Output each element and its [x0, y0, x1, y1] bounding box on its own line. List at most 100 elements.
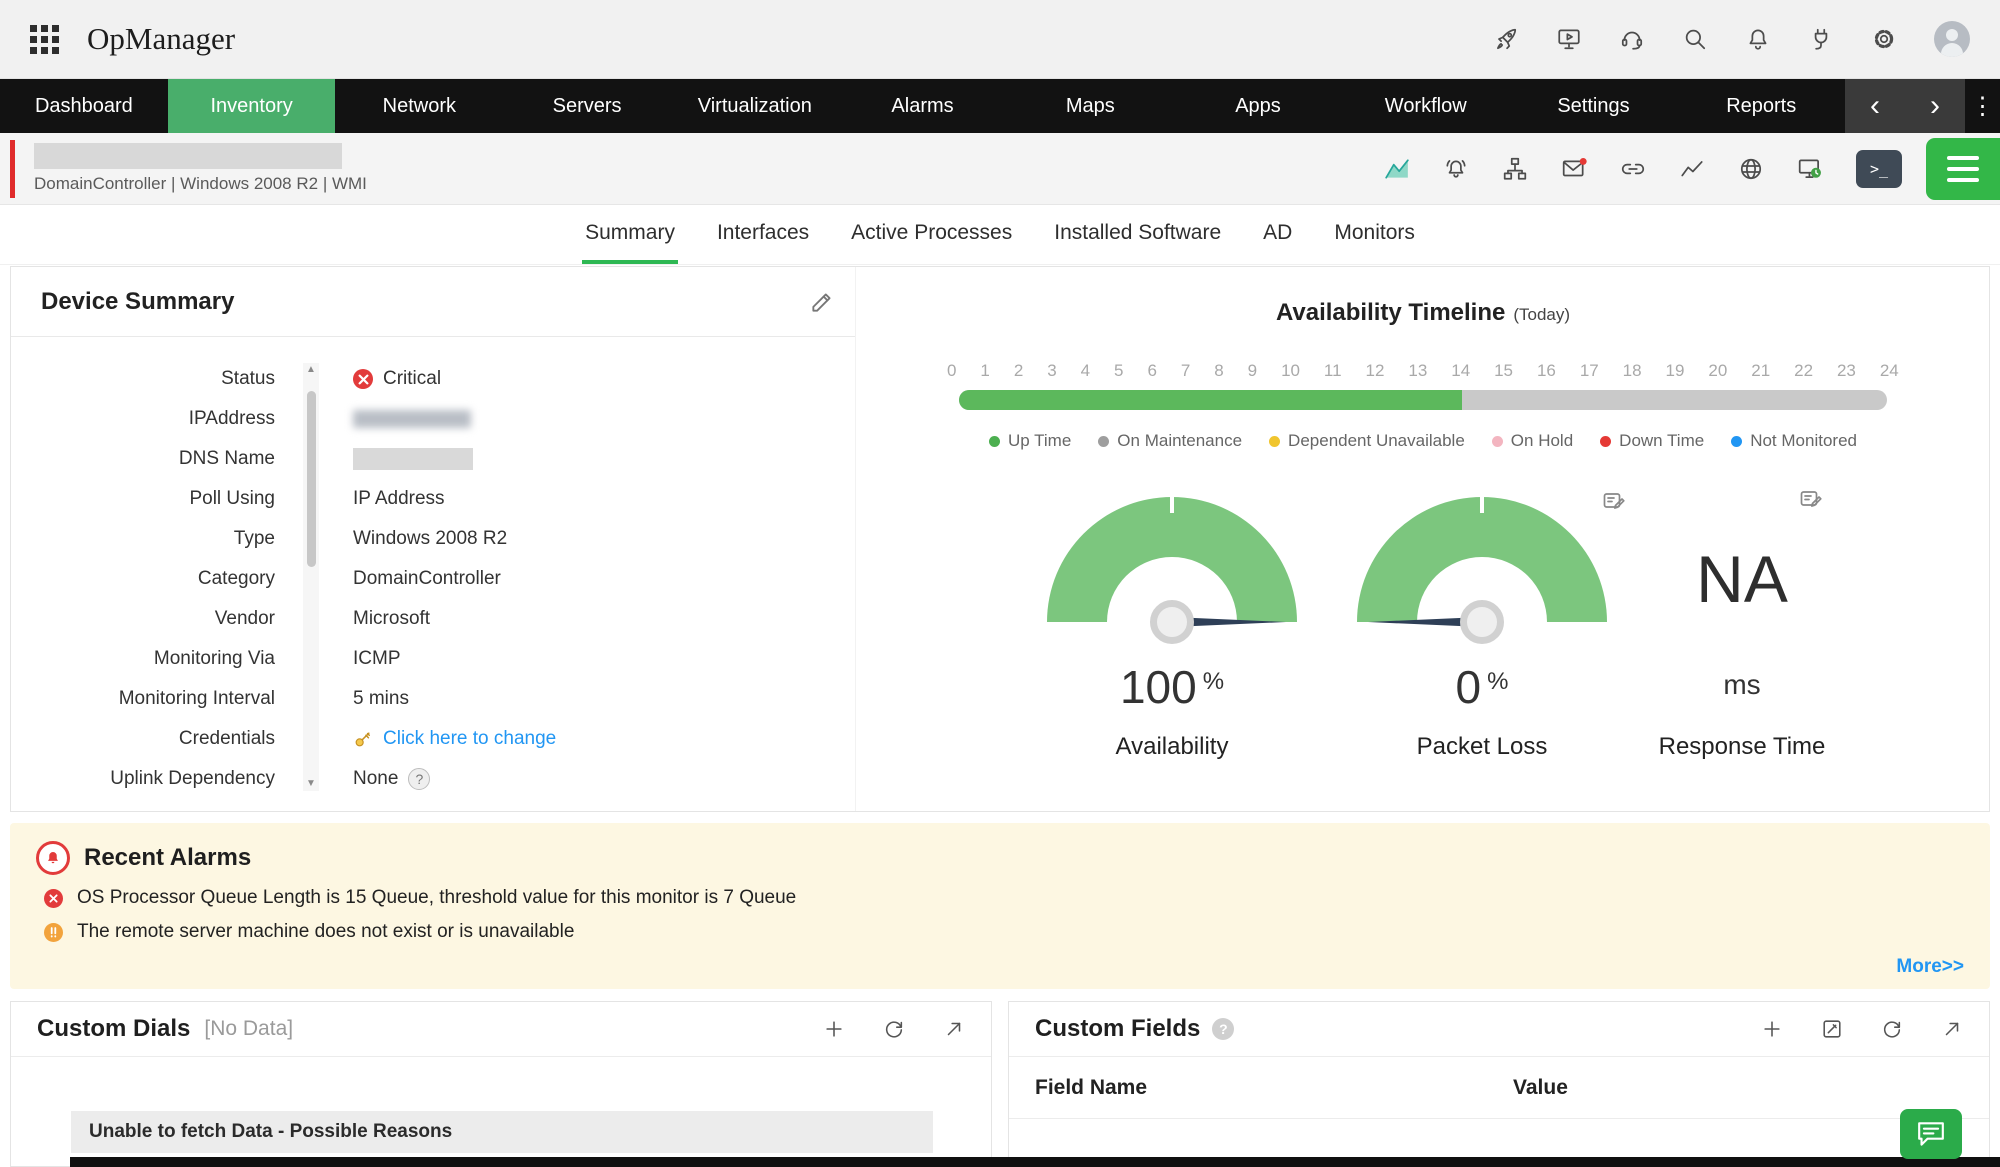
refresh-icon[interactable] — [1881, 1018, 1903, 1040]
scroll-up-icon[interactable]: ▲ — [306, 363, 316, 377]
topology-icon[interactable] — [1502, 156, 1528, 182]
device-subtitle: DomainController | Windows 2008 R2 | WMI — [34, 174, 367, 194]
rocket-icon[interactable] — [1493, 26, 1519, 52]
tab-monitors[interactable]: Monitors — [1331, 221, 1418, 264]
threshold-settings-icon[interactable] — [1601, 489, 1627, 513]
timeline-track[interactable] — [959, 390, 1887, 410]
nav-item-inventory[interactable]: Inventory — [168, 79, 336, 133]
response-time-gauge-label: Response Time — [1597, 733, 1887, 761]
timeline-hour-scale: 0123456789101112131415161718192021222324 — [947, 361, 1899, 381]
gauge-tick — [1480, 497, 1484, 513]
device-action-icons: >_ — [1384, 150, 1902, 188]
critical-status-icon — [353, 369, 373, 389]
nav-item-settings[interactable]: Settings — [1510, 79, 1678, 133]
bottom-black-bar — [70, 1157, 2000, 1167]
row-dns-name: DNS Name — [11, 439, 855, 479]
nav-item-network[interactable]: Network — [335, 79, 503, 133]
tab-active-processes[interactable]: Active Processes — [848, 221, 1015, 264]
nav-item-reports[interactable]: Reports — [1677, 79, 1845, 133]
scroll-down-icon[interactable]: ▼ — [306, 777, 316, 791]
expand-icon[interactable] — [943, 1018, 965, 1040]
row-status: Status Critical — [11, 359, 855, 399]
change-credentials-link[interactable]: Click here to change — [383, 728, 556, 750]
status-value: Critical — [383, 368, 441, 390]
nav-overflow-menu-icon[interactable]: ⋮ — [1965, 79, 2000, 133]
availability-legend: Up Time On Maintenance Dependent Unavail… — [857, 431, 1989, 451]
expand-icon[interactable] — [1941, 1018, 1963, 1040]
nav-item-maps[interactable]: Maps — [1006, 79, 1174, 133]
critical-accent-bar — [10, 140, 15, 198]
legend-item-down-time: Down Time — [1600, 431, 1704, 451]
device-summary-scrollbar[interactable]: ▲ ▼ — [303, 363, 319, 791]
availability-gauge-label: Availability — [1017, 733, 1327, 761]
plug-icon[interactable] — [1808, 26, 1834, 52]
bell-icon[interactable] — [1745, 26, 1771, 52]
custom-fields-header-row: Field Name Value — [1009, 1057, 1989, 1119]
critical-severity-icon — [44, 889, 63, 908]
nav-next-arrow[interactable]: › — [1924, 91, 1946, 121]
gauge-hub — [1460, 600, 1504, 644]
globe-icon[interactable] — [1738, 156, 1764, 182]
device-summary-rows: Status Critical IPAddress DNS Name Poll … — [11, 359, 855, 799]
remote-monitor-icon[interactable] — [1797, 156, 1823, 182]
key-icon — [353, 729, 373, 749]
tab-installed-software[interactable]: Installed Software — [1051, 221, 1224, 264]
add-dial-icon[interactable] — [823, 1018, 845, 1040]
dns-name-redacted — [353, 448, 473, 470]
line-chart-icon[interactable] — [1679, 156, 1705, 182]
gear-icon[interactable] — [1871, 26, 1897, 52]
response-time-unit: ms — [1597, 669, 1887, 701]
user-avatar[interactable] — [1934, 21, 1970, 57]
presentation-icon[interactable] — [1556, 26, 1582, 52]
row-vendor: Vendor Microsoft — [11, 599, 855, 639]
nav-item-servers[interactable]: Servers — [503, 79, 671, 133]
edit-fields-icon[interactable] — [1821, 1018, 1843, 1040]
alarm-bell-icon[interactable] — [1443, 156, 1469, 182]
mail-icon[interactable] — [1561, 156, 1587, 182]
edit-device-summary-icon[interactable] — [809, 289, 835, 315]
nav-item-apps[interactable]: Apps — [1174, 79, 1342, 133]
timeline-uptime-segment — [959, 390, 1462, 410]
device-tabs: Summary Interfaces Active Processes Inst… — [0, 205, 2000, 265]
column-field-name: Field Name — [1035, 1076, 1513, 1100]
nav-item-alarms[interactable]: Alarms — [839, 79, 1007, 133]
tab-summary[interactable]: Summary — [582, 221, 678, 264]
link-icon[interactable] — [1620, 156, 1646, 182]
uplink-help-icon[interactable]: ? — [408, 768, 430, 790]
live-chat-button[interactable] — [1900, 1109, 1962, 1159]
scrollbar-thumb[interactable] — [307, 391, 316, 567]
app-launcher-icon[interactable] — [30, 25, 59, 54]
packet-loss-gauge: 0% Packet Loss — [1329, 497, 1635, 622]
side-menu-toggle-button[interactable] — [1926, 138, 2000, 200]
tab-interfaces[interactable]: Interfaces — [714, 221, 812, 264]
alarm-row-warning[interactable]: The remote server machine does not exist… — [44, 921, 1990, 943]
refresh-icon[interactable] — [883, 1018, 905, 1040]
headset-icon[interactable] — [1619, 26, 1645, 52]
legend-dot — [1731, 436, 1742, 447]
device-summary-card: Device Summary Status Critical IPAddress — [11, 267, 856, 811]
tab-ad[interactable]: AD — [1260, 221, 1295, 264]
app-title: OpManager — [87, 21, 235, 57]
terminal-icon[interactable]: >_ — [1856, 150, 1902, 188]
legend-dot — [989, 436, 1000, 447]
topbar-icons — [1493, 21, 1970, 57]
nav-item-dashboard[interactable]: Dashboard — [0, 79, 168, 133]
custom-fields-help-icon[interactable]: ? — [1212, 1018, 1234, 1040]
packet-loss-gauge-label: Packet Loss — [1329, 733, 1635, 761]
nav-item-virtualization[interactable]: Virtualization — [671, 79, 839, 133]
nav-item-workflow[interactable]: Workflow — [1342, 79, 1510, 133]
gauge-hub — [1150, 600, 1194, 644]
area-chart-icon[interactable] — [1384, 156, 1410, 182]
no-data-message: Unable to fetch Data - Possible Reasons — [71, 1111, 933, 1153]
device-header: DomainController | Windows 2008 R2 | WMI — [0, 133, 2000, 205]
search-icon[interactable] — [1682, 26, 1708, 52]
more-alarms-link[interactable]: More>> — [1896, 956, 1964, 978]
legend-item-uptime: Up Time — [989, 431, 1071, 451]
add-field-icon[interactable] — [1761, 1018, 1783, 1040]
threshold-settings-icon[interactable] — [1798, 487, 1824, 511]
device-summary-title: Device Summary — [41, 288, 234, 316]
alarm-row-critical[interactable]: OS Processor Queue Length is 15 Queue, t… — [44, 887, 1990, 909]
legend-dot — [1600, 436, 1611, 447]
nav-prev-arrow[interactable]: ‹ — [1864, 91, 1886, 121]
gauges-area: 100% Availability 0% Packet Loss NA ms R… — [857, 497, 1989, 769]
